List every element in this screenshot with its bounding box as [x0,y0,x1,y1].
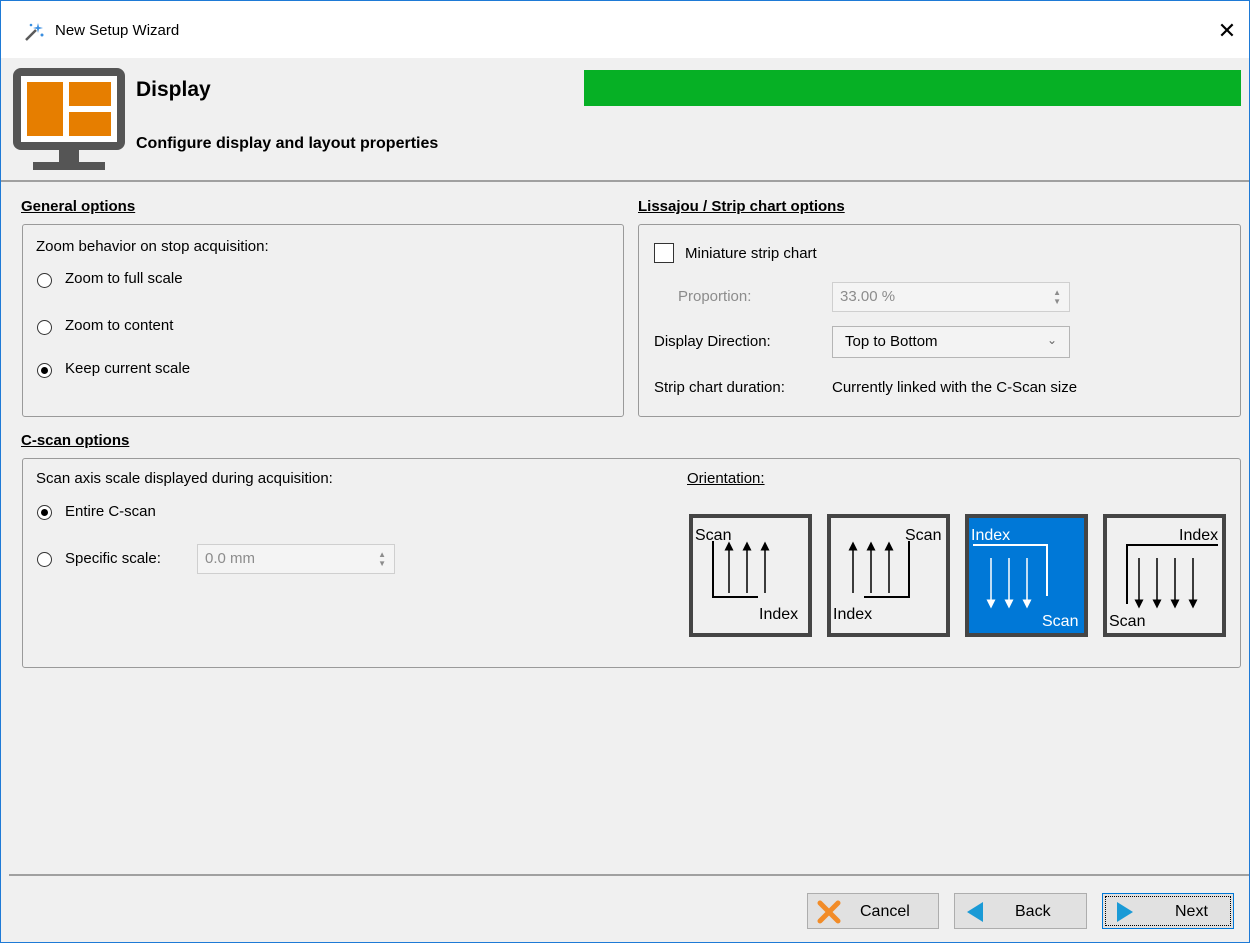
strip-chart-duration-value: Currently linked with the C-Scan size [832,379,1078,396]
specific-scale-label[interactable]: Specific scale: [65,550,161,567]
next-arrow-icon [1117,902,1133,922]
orientation-1-axis-b: Index [759,606,798,623]
cancel-label: Cancel [860,903,910,920]
entire-cscan-label[interactable]: Entire C-scan [65,503,156,520]
proportion-value: 33.00 % [840,288,896,305]
cscan-options-label: C-scan options [21,432,130,449]
orientation-scan-up-mirrored-icon: Scan Index [833,527,941,623]
wizard-progress-fill [584,70,1241,106]
zoom-full-scale-radio[interactable] [37,273,52,288]
entire-cscan-radio[interactable] [37,505,52,520]
zoom-behavior-label: Zoom behavior on stop acquisition: [36,238,269,255]
magic-wand-icon [25,23,44,41]
miniature-strip-chart-checkbox[interactable] [654,243,674,263]
display-direction-label: Display Direction: [654,333,771,350]
specific-scale-radio[interactable] [37,552,52,567]
orientation-label: Orientation: [687,470,765,487]
orientation-option-4[interactable]: Index Scan [1103,514,1226,637]
monitor-display-icon [13,68,125,170]
strip-chart-duration-label: Strip chart duration: [654,379,785,396]
back-arrow-icon [967,902,983,922]
wizard-header: Display Configure display and layout pro… [1,58,1249,182]
close-button[interactable]: ✕ [1205,9,1249,53]
orientation-2-axis-a: Scan [905,527,941,544]
orientation-scan-down-icon: Index Scan [971,527,1078,630]
cancel-button[interactable]: Cancel [807,893,939,929]
title-bar: New Setup Wizard ✕ [1,1,1249,58]
page-title: Display [136,78,211,101]
scan-axis-scale-label: Scan axis scale displayed during acquisi… [36,470,333,487]
general-options-group: Zoom behavior on stop acquisition: Zoom … [22,224,624,417]
lissajou-options-label: Lissajou / Strip chart options [638,198,845,215]
zoom-full-scale-label[interactable]: Zoom to full scale [65,270,183,287]
general-options-label: General options [21,198,136,215]
specific-scale-value: 0.0 mm [205,550,256,567]
orientation-2-axis-b: Index [833,606,872,623]
orientation-option-1[interactable]: Scan Index [689,514,812,637]
footer-divider [9,874,1249,876]
orientation-4-axis-a: Index [1179,527,1218,544]
zoom-content-label[interactable]: Zoom to content [65,317,173,334]
proportion-spinbox[interactable]: 33.00 % ▲ ▼ [832,282,1070,312]
zoom-content-radio[interactable] [37,320,52,335]
specific-scale-spinbox[interactable]: 0.0 mm ▲ ▼ [197,544,395,574]
keep-current-scale-radio[interactable] [37,363,52,378]
orientation-option-3[interactable]: Index Scan [965,514,1088,637]
back-label: Back [1015,903,1051,920]
cscan-options-group: Scan axis scale displayed during acquisi… [22,458,1241,668]
proportion-label: Proportion: [678,288,752,305]
spin-arrows-icon[interactable]: ▲ ▼ [1053,288,1061,306]
orientation-scan-down-mirrored-icon: Index Scan [1109,527,1218,630]
miniature-strip-chart-label[interactable]: Miniature strip chart [685,245,817,262]
orientation-1-axis-a: Scan [695,527,731,544]
window-title: New Setup Wizard [55,22,180,39]
orientation-4-axis-b: Scan [1109,613,1145,630]
orientation-3-axis-b: Scan [1042,613,1078,630]
lissajou-options-group: Miniature strip chart Proportion: 33.00 … [638,224,1241,417]
close-icon: ✕ [1217,18,1237,43]
orientation-3-axis-a: Index [971,527,1010,544]
wizard-window: New Setup Wizard ✕ Display Configure dis… [0,0,1250,943]
display-direction-select[interactable]: Top to Bottom ⌄ [832,326,1070,358]
next-button[interactable]: Next [1102,893,1234,929]
cancel-x-icon [817,900,841,924]
wizard-progress-bar [584,70,1241,106]
keep-current-scale-label[interactable]: Keep current scale [65,360,190,377]
back-button[interactable]: Back [954,893,1087,929]
orientation-scan-up-icon: Scan Index [695,527,798,623]
page-subtitle: Configure display and layout properties [136,135,439,152]
chevron-down-icon: ⌄ [1046,333,1057,347]
orientation-option-2[interactable]: Scan Index [827,514,950,637]
next-label: Next [1175,903,1208,920]
display-direction-value: Top to Bottom [845,333,938,350]
spin-arrows-icon[interactable]: ▲ ▼ [378,550,386,568]
